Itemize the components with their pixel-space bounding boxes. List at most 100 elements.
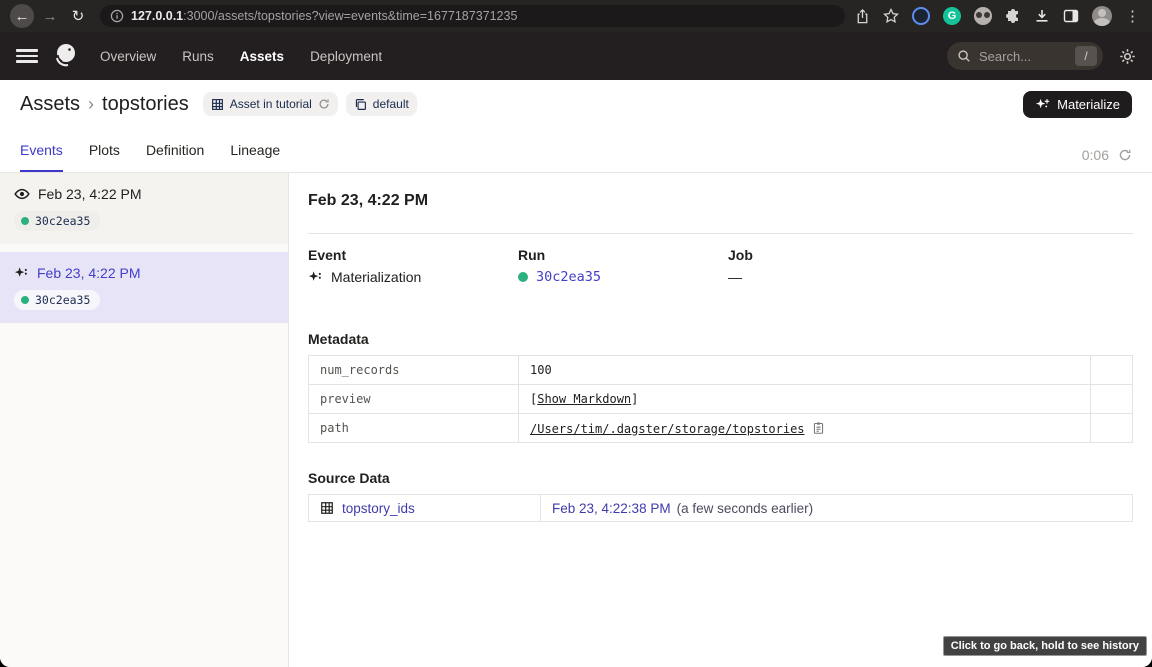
back-arrow-icon: ← [15, 9, 30, 24]
asset-header: Assets › topstories Asset in tutorial de… [0, 80, 1152, 128]
event-column: Event Materialization [308, 247, 518, 285]
owl-extension-icon[interactable] [974, 7, 992, 25]
asset-events-view: Feb 23, 4:22 PM 30c2ea35 Feb 23, 4:22 PM… [0, 173, 1152, 667]
tab-plots[interactable]: Plots [89, 128, 120, 172]
metadata-key: preview [309, 385, 519, 414]
event-detail-panel: Feb 23, 4:22 PM Event Materialization Ru… [289, 173, 1152, 667]
source-time-note: (a few seconds earlier) [677, 501, 814, 516]
search-icon [957, 49, 971, 63]
dagster-logo[interactable] [52, 42, 78, 70]
sidebar-toggle-icon[interactable] [1063, 8, 1079, 24]
search-input[interactable]: Search... / [947, 42, 1103, 70]
table-row: preview [Show Markdown] [309, 385, 1133, 414]
url-text: 127.0.0.1:3000/assets/topstories?view=ev… [131, 9, 517, 23]
overflow-menu-icon[interactable]: ⋮ [1125, 7, 1140, 25]
tab-definition[interactable]: Definition [146, 128, 204, 172]
metadata-extra-cell [1091, 414, 1133, 443]
sparkle-plus-icon [1035, 97, 1050, 112]
copy-stack-icon [354, 98, 367, 111]
nav-deployment[interactable]: Deployment [310, 49, 382, 64]
job-column: Job — [728, 247, 938, 285]
url-path: :3000/assets/topstories?view=events&time… [183, 9, 517, 23]
extensions-puzzle-icon[interactable] [1005, 8, 1021, 24]
metadata-value: [Show Markdown] [519, 385, 1091, 414]
settings-gear-icon[interactable] [1119, 48, 1136, 65]
browser-window: ← → ↻ 127.0.0.1:3000/assets/topstories?v… [0, 0, 1152, 667]
run-id-pill[interactable]: 30c2ea35 [14, 290, 100, 310]
event-list-item-observation[interactable]: Feb 23, 4:22 PM 30c2ea35 [0, 173, 288, 244]
browser-toolbar: ← → ↻ 127.0.0.1:3000/assets/topstories?v… [0, 0, 1152, 32]
divider [308, 233, 1133, 234]
back-button[interactable]: ← [10, 4, 34, 28]
nav-assets[interactable]: Assets [240, 49, 284, 64]
breadcrumb-asset-name: topstories [102, 93, 189, 116]
asset-tabs: Events Plots Definition Lineage 0:06 [0, 128, 1152, 173]
reload-location-icon[interactable] [318, 98, 330, 110]
metadata-heading: Metadata [308, 331, 1133, 347]
sparkle-icon [14, 266, 29, 281]
event-type: Materialization [331, 269, 421, 285]
downloads-icon[interactable] [1034, 8, 1050, 24]
metadata-extra-cell [1091, 385, 1133, 414]
breadcrumb-assets[interactable]: Assets [20, 93, 80, 116]
event-timestamp: Feb 23, 4:22 PM [37, 265, 141, 281]
slash-shortcut-badge: / [1075, 46, 1097, 66]
url-host: 127.0.0.1 [131, 9, 183, 23]
event-value: Materialization [308, 269, 518, 285]
run-id: 30c2ea35 [35, 293, 90, 307]
tab-events[interactable]: Events [20, 128, 63, 172]
materialize-button[interactable]: Materialize [1023, 91, 1132, 118]
run-status-dot [21, 296, 29, 304]
path-link[interactable]: /Users/tim/.dagster/storage/topstories [530, 422, 805, 436]
run-id-pill[interactable]: 30c2ea35 [14, 211, 100, 231]
group-badge[interactable]: default [346, 92, 417, 116]
metadata-table: num_records 100 preview [Show Markdown] … [308, 355, 1133, 443]
run-label: Run [518, 247, 728, 263]
share-icon[interactable] [855, 9, 870, 24]
source-timestamp-link[interactable]: Feb 23, 4:22:38 PM [552, 501, 671, 516]
event-list-item-materialization[interactable]: Feb 23, 4:22 PM 30c2ea35 [0, 252, 288, 323]
bracket-close: ] [631, 392, 638, 406]
run-column: Run 30c2ea35 [518, 247, 728, 285]
job-label: Job [728, 247, 938, 263]
refresh-icon[interactable] [1118, 148, 1132, 162]
forward-button[interactable]: → [38, 4, 62, 28]
address-bar[interactable]: 127.0.0.1:3000/assets/topstories?view=ev… [100, 5, 845, 27]
browser-actions: G ⋮ [855, 6, 1142, 26]
source-data-table: topstory_ids Feb 23, 4:22:38 PM (a few se… [308, 494, 1133, 522]
app-navbar: Overview Runs Assets Deployment Search..… [0, 32, 1152, 80]
bookmark-star-icon[interactable] [883, 8, 899, 24]
table-grid-icon [320, 501, 334, 515]
run-id: 30c2ea35 [35, 214, 90, 228]
code-location-badge[interactable]: Asset in tutorial [203, 92, 338, 116]
hamburger-menu-icon[interactable] [16, 49, 38, 63]
event-detail-title: Feb 23, 4:22 PM [308, 192, 1133, 210]
metadata-key: path [309, 414, 519, 443]
extension-blue-icon[interactable] [912, 7, 930, 25]
event-timestamp: Feb 23, 4:22 PM [38, 186, 142, 202]
run-id-link[interactable]: 30c2ea35 [536, 269, 601, 285]
timer-value: 0:06 [1082, 147, 1109, 163]
profile-avatar[interactable] [1092, 6, 1112, 26]
metadata-value: 100 [519, 356, 1091, 385]
metadata-value: /Users/tim/.dagster/storage/topstories [519, 414, 1091, 443]
tab-lineage[interactable]: Lineage [230, 128, 280, 172]
materialize-label: Materialize [1057, 97, 1120, 112]
browser-back-tooltip: Click to go back, hold to see history [943, 636, 1147, 656]
clipboard-copy-icon[interactable] [812, 421, 825, 435]
event-row-header: Feb 23, 4:22 PM [14, 186, 272, 202]
site-info-icon[interactable] [110, 9, 124, 23]
reload-button[interactable]: ↻ [66, 4, 90, 28]
nav-runs[interactable]: Runs [182, 49, 214, 64]
event-row-header: Feb 23, 4:22 PM [14, 265, 272, 281]
metadata-key: num_records [309, 356, 519, 385]
eye-icon [14, 186, 30, 202]
event-summary-columns: Event Materialization Run 30c2ea35 [308, 247, 1133, 285]
show-markdown-link[interactable]: Show Markdown [537, 392, 631, 406]
nav-overview[interactable]: Overview [100, 49, 156, 64]
grammarly-extension-icon[interactable]: G [943, 7, 961, 25]
source-asset-link[interactable]: topstory_ids [342, 501, 415, 516]
group-label: default [373, 97, 409, 111]
reload-icon: ↻ [72, 9, 85, 24]
asset-badges: Asset in tutorial default [203, 92, 417, 116]
